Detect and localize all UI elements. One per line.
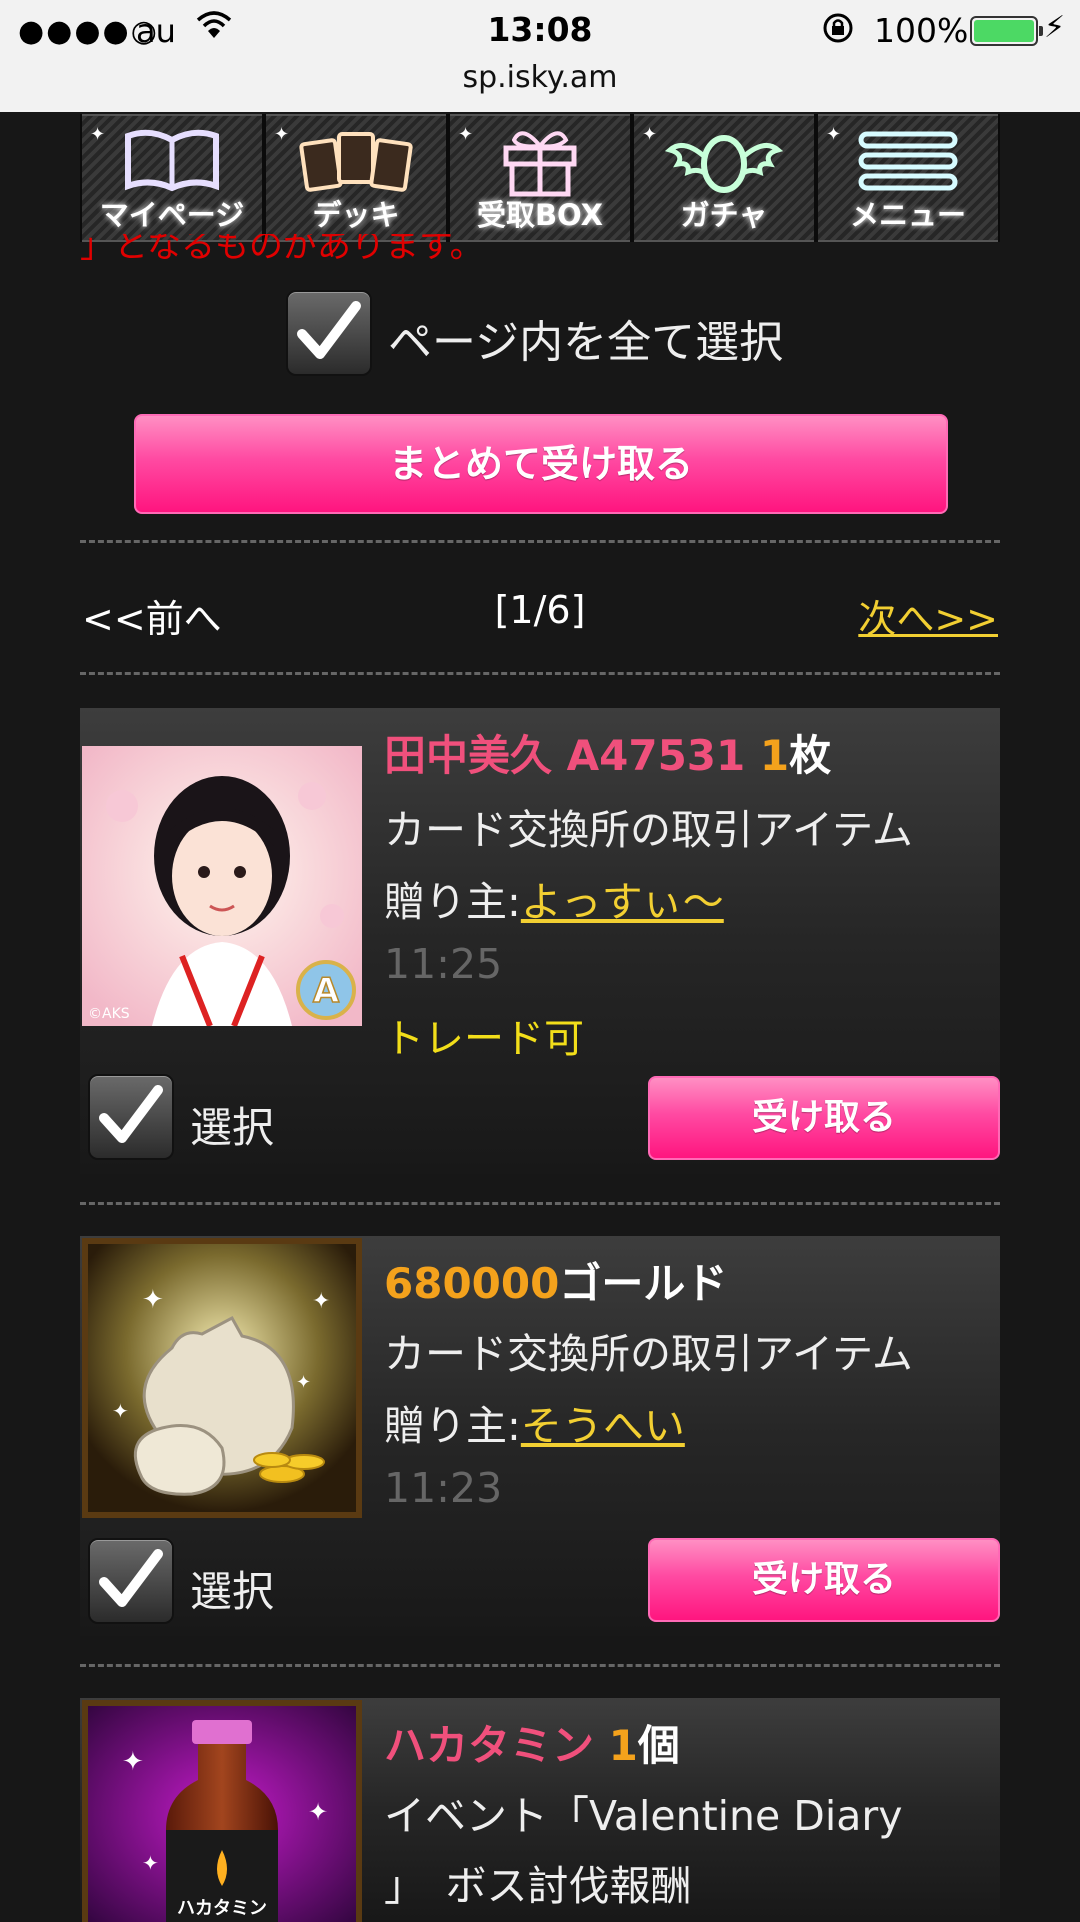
item-select-checkbox[interactable] <box>88 1538 174 1624</box>
item-title: 田中美久 A47531 1枚 <box>384 722 831 783</box>
nav-gacha-label: ガチャ <box>680 198 768 232</box>
nav-mypage[interactable]: ✦ マイページ <box>82 114 262 242</box>
nav-gacha[interactable]: ✦ ガチャ <box>634 114 814 242</box>
copyright-text: ©AKS <box>88 1006 130 1022</box>
warning-text: 」となるものがあります。 <box>80 234 484 266</box>
item-qty: 1 <box>608 1721 638 1770</box>
svg-text:✦: ✦ <box>312 1289 330 1314</box>
sparkle-icon: ✦ <box>90 124 106 145</box>
divider <box>80 1202 1000 1205</box>
bottle-label: ハカタミン <box>177 1898 267 1919</box>
checkmark-icon <box>99 1085 163 1143</box>
nav-giftbox-label: 受取BOX <box>476 198 604 232</box>
item-time: 11:25 <box>384 940 503 988</box>
gold-bag-thumbnail: ✦ ✦ ✦ ✦ <box>82 1238 362 1518</box>
nav-deck-label: デッキ <box>312 198 400 232</box>
gift-item: ✦ ✦ ✦ ✦ 680000ゴールド カード交換所の取引アイテム 贈り主:そうへ… <box>80 1236 1000 1636</box>
select-all-checkbox[interactable] <box>286 290 372 376</box>
svg-text:✦: ✦ <box>142 1851 159 1875</box>
item-select-label: 選択 <box>190 1103 275 1152</box>
sparkle-icon: ✦ <box>274 124 290 145</box>
rotation-lock-icon <box>820 10 856 50</box>
sender-prefix: 贈り主: <box>384 1402 521 1450</box>
gift-item: A ©AKS 田中美久 A47531 1枚 カード交換所の取引アイテム 贈り主:… <box>80 708 1000 1174</box>
svg-text:✦: ✦ <box>308 1798 328 1826</box>
sparkle-icon: ✦ <box>642 124 658 145</box>
item-sender: 贈り主:そうへい <box>384 1392 685 1452</box>
svg-text:✦: ✦ <box>122 1747 144 1777</box>
drink-thumbnail: ハカタミン ✦ ✦ ✦ <box>82 1700 362 1922</box>
sparkle-icon: ✦ <box>458 124 474 145</box>
trade-status: トレード可 <box>384 1016 584 1062</box>
item-select-label: 選択 <box>190 1567 275 1616</box>
nav-mypage-label: マイページ <box>99 198 245 232</box>
item-name: 田中美久 A47531 <box>384 731 746 780</box>
item-name: ハカタミン <box>384 1721 595 1770</box>
battery-icon <box>970 16 1043 46</box>
sender-link[interactable]: よっすぃ〜 <box>521 878 724 926</box>
divider <box>80 540 1000 543</box>
item-desc: カード交換所の取引アイテム <box>384 1330 913 1378</box>
item-sender: 贈り主:よっすぃ〜 <box>384 868 724 928</box>
item-unit: 枚 <box>789 731 832 780</box>
nav-giftbox[interactable]: ✦ 受取BOX <box>450 114 630 242</box>
cards-icon <box>299 132 413 192</box>
sender-link[interactable]: そうへい <box>521 1402 685 1450</box>
main-nav: ✦ マイページ ✦ デッキ ✦ 受取BOX ✦ ガチャ ✦ メニュー <box>80 114 1000 242</box>
select-all-label: ページ内を全て選択 <box>388 317 784 368</box>
divider <box>80 672 1000 675</box>
item-qty: 1 <box>759 731 790 780</box>
status-bar: ●●●●○ au 13:08 100% ⚡ sp.isky.am <box>0 0 1080 112</box>
checkmark-icon <box>297 301 361 359</box>
nav-deck[interactable]: ✦ デッキ <box>266 114 446 242</box>
item-desc: カード交換所の取引アイテム <box>384 806 913 854</box>
gacha-icon <box>664 135 784 193</box>
nav-menu-label: メニュー <box>849 198 966 232</box>
item-unit: ゴールド <box>559 1259 728 1308</box>
gold-amount: 680000 <box>384 1259 560 1308</box>
battery-percent: 100% <box>874 11 969 50</box>
item-unit: 個 <box>637 1721 680 1770</box>
svg-text:✦: ✦ <box>296 1372 311 1393</box>
svg-text:✦: ✦ <box>112 1399 129 1423</box>
checkmark-icon <box>99 1549 163 1607</box>
charging-icon: ⚡ <box>1044 10 1066 45</box>
svg-text:✦: ✦ <box>142 1285 164 1315</box>
item-time: 11:23 <box>384 1464 503 1512</box>
receive-all-button[interactable]: まとめて受け取る <box>134 414 948 514</box>
url-bar[interactable]: sp.isky.am <box>0 60 1080 95</box>
item-desc-line1: イベント「Valentine Diary <box>384 1792 903 1840</box>
member-card-thumbnail: A ©AKS <box>82 746 362 1026</box>
item-desc-line2: 」 ボス討伐報酬 <box>384 1862 692 1910</box>
sender-prefix: 贈り主: <box>384 878 521 926</box>
item-select-checkbox[interactable] <box>88 1074 174 1160</box>
pager-next[interactable]: 次へ>> <box>858 588 998 643</box>
nav-menu[interactable]: ✦ メニュー <box>818 114 998 242</box>
menu-icon <box>858 131 958 191</box>
receive-button[interactable]: 受け取る <box>648 1076 1000 1160</box>
rarity-badge: A <box>313 971 340 1011</box>
gift-icon <box>503 131 577 197</box>
item-title: 680000ゴールド <box>384 1250 727 1311</box>
divider <box>80 1664 1000 1667</box>
gift-item: ハカタミン ✦ ✦ ✦ ハカタミン 1個 イベント「Valentine Diar… <box>80 1698 1000 1922</box>
receive-button[interactable]: 受け取る <box>648 1538 1000 1622</box>
sparkle-icon: ✦ <box>826 124 842 145</box>
item-title: ハカタミン 1個 <box>384 1712 680 1773</box>
book-icon <box>125 129 219 192</box>
